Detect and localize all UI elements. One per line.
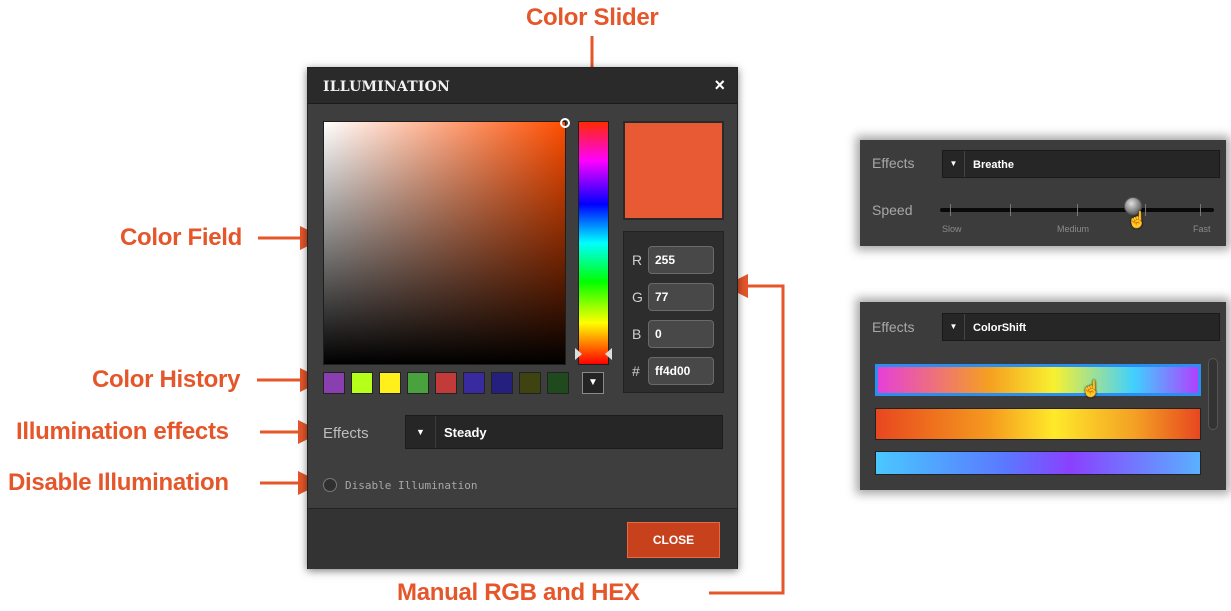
red-row: R 255	[624, 244, 723, 276]
color-field[interactable]	[323, 118, 570, 365]
dialog-footer: CLOSE	[308, 508, 737, 569]
color-history-swatch[interactable]	[407, 372, 429, 394]
green-label: G	[632, 289, 643, 305]
color-slider-handle-right[interactable]	[605, 348, 612, 360]
dialog-title: ILLUMINATION	[323, 79, 450, 95]
breathe-effects-select[interactable]: ▼ Breathe	[942, 150, 1220, 178]
speed-tick-fast: Fast	[1193, 224, 1211, 234]
colorshift-effects-value: ColorShift	[973, 322, 1027, 334]
callout-illumination-effects: Illumination effects	[16, 418, 229, 445]
color-history-swatch[interactable]	[491, 372, 513, 394]
hex-row: # ff4d00	[624, 355, 723, 387]
blue-label: B	[632, 326, 642, 342]
speed-tick	[1010, 204, 1011, 216]
speed-tick	[950, 204, 951, 216]
color-history-swatch[interactable]	[435, 372, 457, 394]
color-slider-handle-left[interactable]	[575, 348, 582, 360]
hex-label: #	[632, 363, 640, 379]
color-history-swatch[interactable]	[519, 372, 541, 394]
color-slider[interactable]	[575, 121, 612, 365]
hex-input[interactable]: ff4d00	[648, 357, 714, 385]
effects-label: Effects	[323, 425, 369, 442]
disable-illumination-label: Disable Illumination	[345, 479, 478, 492]
color-history-swatch[interactable]	[379, 372, 401, 394]
speed-tick-medium: Medium	[1057, 224, 1090, 234]
colorshift-scrollbar[interactable]	[1208, 358, 1218, 430]
hand-cursor-icon: ☝	[1127, 212, 1147, 229]
illumination-dialog: ILLUMINATION × R 255 G 77 B 0 # ff4d00 ▼…	[307, 67, 738, 569]
breathe-effects-label: Effects	[872, 155, 915, 171]
chevron-down-icon: ▼	[943, 151, 965, 177]
effects-select[interactable]: ▼ Steady	[405, 415, 723, 449]
close-button[interactable]: CLOSE	[627, 522, 720, 558]
colorshift-gradient-option[interactable]	[875, 364, 1201, 396]
chevron-down-icon: ▼	[943, 314, 965, 340]
green-row: G 77	[624, 281, 723, 313]
colorshift-gradient-option[interactable]	[875, 451, 1201, 475]
red-input[interactable]: 255	[648, 246, 714, 274]
rgb-hex-panel: R 255 G 77 B 0 # ff4d00	[623, 231, 724, 393]
colorshift-gradient-option[interactable]	[875, 408, 1201, 440]
colorshift-effects-label: Effects	[872, 319, 915, 335]
breathe-effects-value: Breathe	[973, 159, 1014, 171]
speed-slider-track[interactable]	[940, 204, 1214, 216]
blue-row: B 0	[624, 318, 723, 350]
colorshift-effects-select[interactable]: ▼ ColorShift	[942, 313, 1220, 341]
effects-value: Steady	[444, 425, 487, 440]
blue-input[interactable]: 0	[648, 320, 714, 348]
hand-cursor-icon: ☝	[1081, 381, 1101, 398]
speed-tick	[1200, 204, 1201, 216]
callout-color-slider: Color Slider	[526, 4, 659, 31]
disable-illumination-checkbox[interactable]	[323, 478, 337, 492]
red-label: R	[632, 252, 643, 268]
callout-color-history: Color History	[92, 366, 241, 393]
color-history-swatch[interactable]	[323, 372, 345, 394]
callout-disable-illumination: Disable Illumination	[8, 469, 229, 496]
green-input[interactable]: 77	[648, 283, 714, 311]
speed-label: Speed	[872, 202, 913, 218]
dialog-titlebar: ILLUMINATION ×	[308, 68, 737, 104]
speed-tick-slow: Slow	[942, 224, 962, 234]
color-field-handle[interactable]	[560, 118, 570, 128]
color-history-swatch[interactable]	[351, 372, 373, 394]
callout-manual-rgb-hex: Manual RGB and HEX	[397, 579, 640, 606]
close-icon[interactable]: ×	[714, 75, 725, 96]
color-history-swatch[interactable]	[463, 372, 485, 394]
callout-color-field: Color Field	[120, 224, 243, 251]
chevron-down-icon: ▼	[406, 416, 436, 448]
color-history-swatch[interactable]	[547, 372, 569, 394]
chevron-down-icon[interactable]: ▼	[582, 372, 604, 394]
color-preview-swatch	[623, 121, 724, 220]
speed-tick	[1077, 204, 1078, 216]
